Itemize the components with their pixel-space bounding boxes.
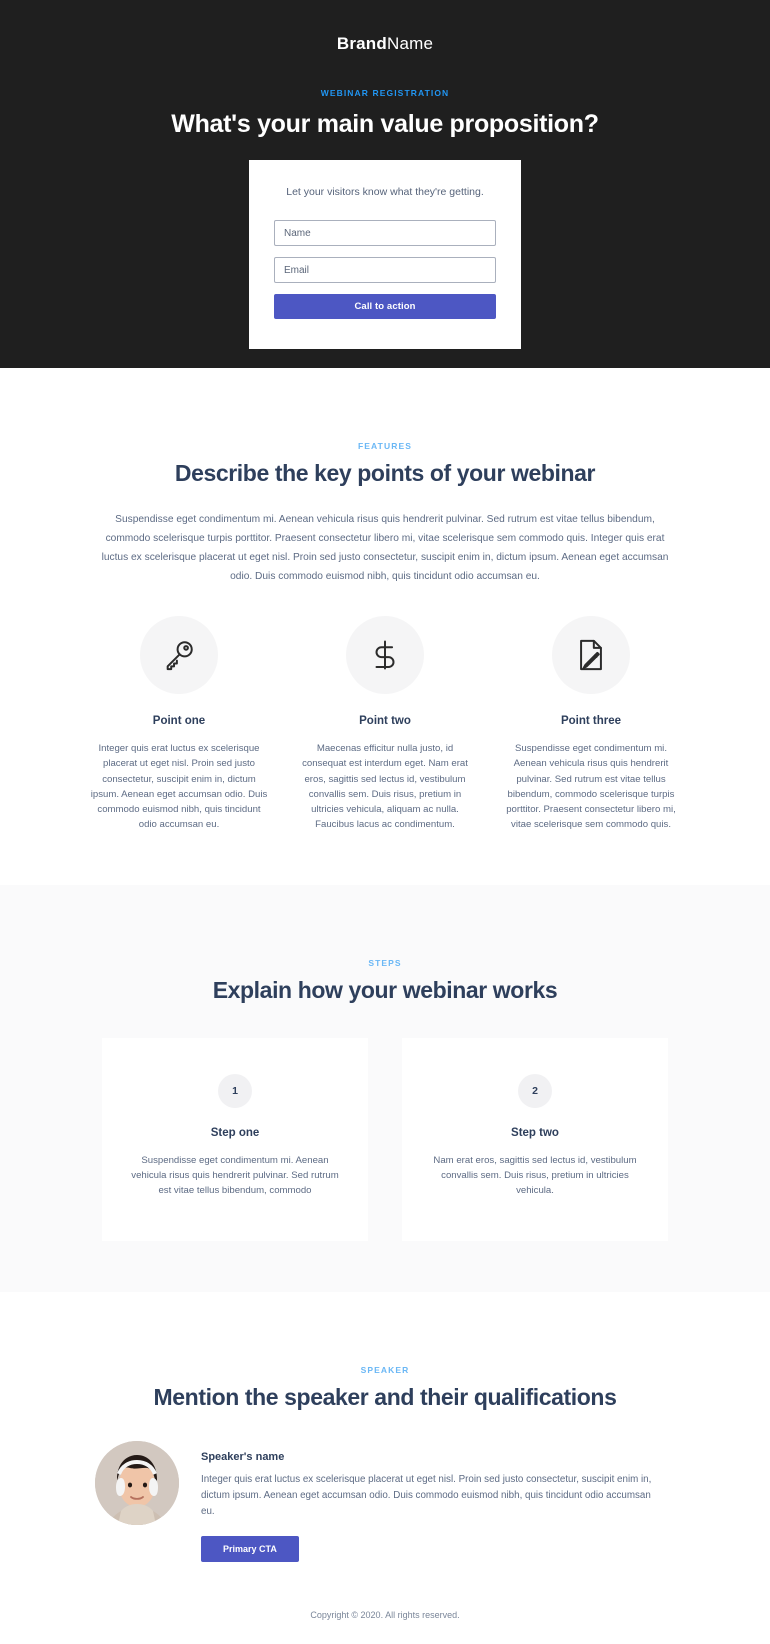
steps-heading: Explain how your webinar works bbox=[212, 976, 558, 1003]
step-card: 2 Step two Nam erat eros, sagittis sed l… bbox=[402, 1037, 668, 1241]
speaker-bio: Integer quis erat luctus ex scelerisque … bbox=[201, 1473, 652, 1517]
step-text: Nam erat eros, sagittis sed lectus id, v… bbox=[433, 1154, 637, 1197]
features-lead: Suspendisse eget condimentum mi. Aenean … bbox=[101, 514, 669, 582]
features-section: FEATURES Describe the key points of your… bbox=[0, 368, 770, 885]
feature-item: Point two Maecenas efficitur nulla justo… bbox=[296, 616, 474, 833]
features-eyebrow: FEATURES bbox=[358, 441, 412, 451]
speaker-eyebrow: SPEAKER bbox=[360, 1364, 410, 1375]
feature-item: Point three Suspendisse eget condimentum… bbox=[502, 616, 680, 833]
step-title: Step one bbox=[210, 1126, 260, 1139]
features-heading: Describe the key points of your webinar bbox=[174, 460, 596, 486]
step-number-badge: 1 bbox=[218, 1073, 252, 1108]
steps-eyebrow: STEPS bbox=[368, 957, 402, 968]
name-input[interactable] bbox=[274, 220, 496, 246]
hero-section: BrandName WEBINAR REGISTRATION What's yo… bbox=[0, 0, 770, 368]
feature-title: Point two bbox=[359, 715, 411, 727]
key-icon bbox=[140, 616, 218, 694]
feature-title: Point one bbox=[152, 715, 206, 727]
step-title: Step two bbox=[511, 1126, 559, 1139]
footer: Copyright © 2020. All rights reserved. bbox=[0, 1562, 770, 1644]
hero-eyebrow: WEBINAR REGISTRATION bbox=[320, 88, 450, 98]
step-number-badge: 2 bbox=[518, 1073, 552, 1108]
avatar bbox=[95, 1440, 179, 1525]
steps-section: STEPS Explain how your webinar works 1 S… bbox=[0, 884, 770, 1292]
feature-text: Suspendisse eget condimentum mi. Aenean … bbox=[506, 743, 676, 831]
feature-item: Point one Integer quis erat luctus ex sc… bbox=[90, 616, 268, 833]
feature-text: Integer quis erat luctus ex scelerisque … bbox=[90, 743, 268, 831]
copyright-text: Copyright © 2020. All rights reserved. bbox=[310, 1609, 460, 1620]
brand-logo[interactable]: BrandName bbox=[0, 28, 770, 54]
document-edit-icon bbox=[552, 616, 630, 694]
email-input[interactable] bbox=[274, 257, 496, 283]
registration-form-card: Let your visitors know what they're gett… bbox=[249, 160, 521, 349]
feature-text: Maecenas efficitur nulla justo, id conse… bbox=[302, 743, 468, 831]
step-card: 1 Step one Suspendisse eget condimentum … bbox=[102, 1037, 368, 1241]
feature-title: Point three bbox=[560, 715, 622, 727]
brand-name-strong: Brand bbox=[336, 34, 387, 53]
brand-name-light: Name bbox=[386, 34, 434, 53]
call-to-action-button[interactable]: Call to action bbox=[274, 294, 496, 319]
speaker-section: SPEAKER Mention the speaker and their qu… bbox=[0, 1292, 770, 1562]
primary-cta-button[interactable]: Primary CTA bbox=[201, 1535, 299, 1562]
form-lead-text: Let your visitors know what they're gett… bbox=[286, 186, 484, 198]
step-text: Suspendisse eget condimentum mi. Aenean … bbox=[131, 1154, 339, 1197]
speaker-heading: Mention the speaker and their qualificat… bbox=[153, 1383, 617, 1410]
speaker-name: Speaker's name bbox=[201, 1450, 285, 1463]
dollar-sign-icon bbox=[346, 616, 424, 694]
hero-title: What's your main value proposition? bbox=[171, 110, 599, 138]
